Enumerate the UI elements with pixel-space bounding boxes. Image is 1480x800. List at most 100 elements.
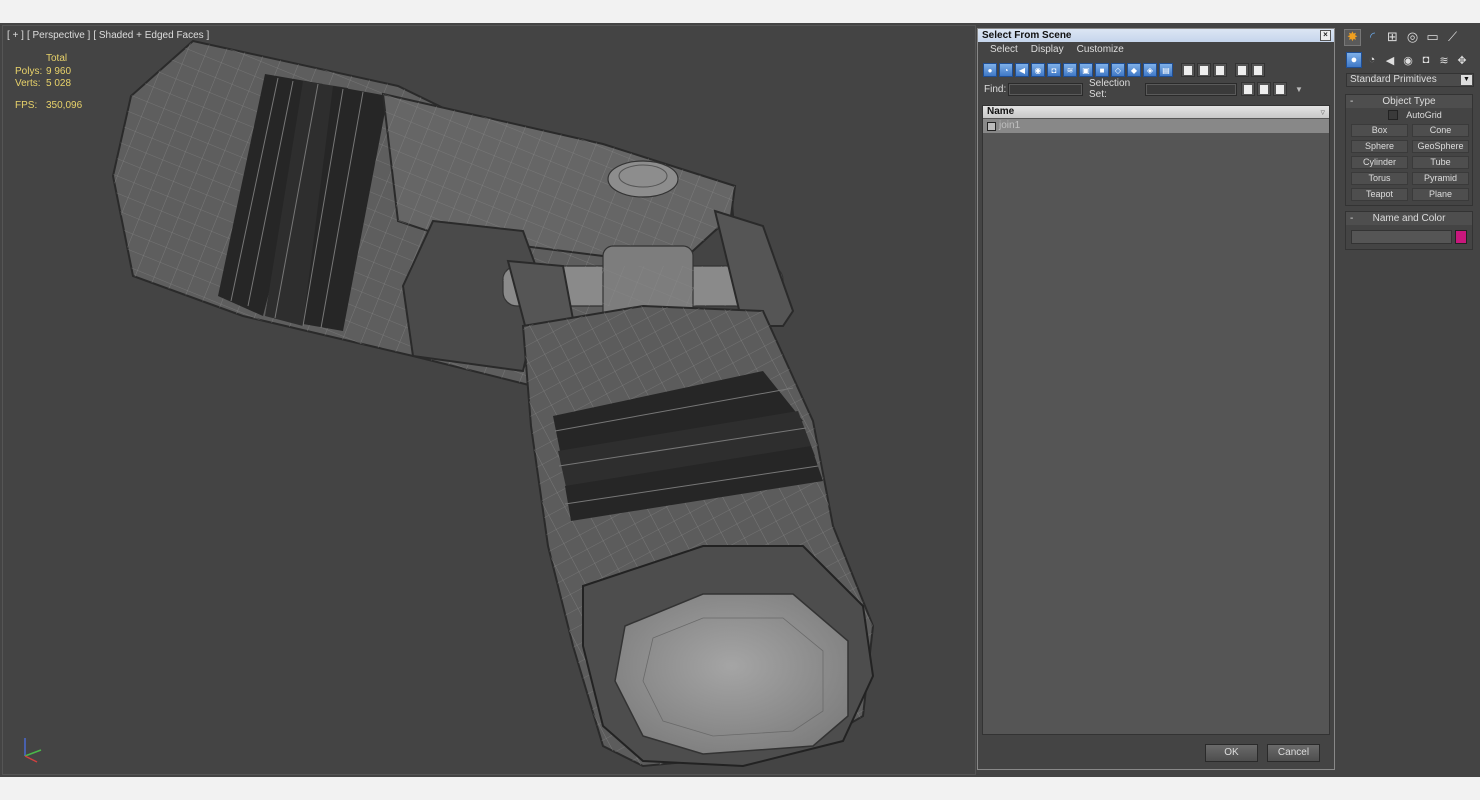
stats-label: Polys: xyxy=(15,65,43,77)
bones-filter-icon[interactable]: ◇ xyxy=(1111,63,1125,77)
geometry-icon[interactable]: ● xyxy=(1346,52,1362,68)
primitive-type-value: Standard Primitives xyxy=(1350,74,1437,85)
primitive-type-dropdown[interactable]: Standard Primitives ▼ xyxy=(1346,73,1474,87)
utilities-tab[interactable]: ⟋ xyxy=(1444,29,1461,46)
stats-label: Verts: xyxy=(15,78,41,89)
cylinder-button[interactable]: Cylinder xyxy=(1351,156,1408,169)
scene-statistics: Total Polys: 9 960 Verts: 5 028 xyxy=(15,53,71,91)
menu-display[interactable]: Display xyxy=(1031,42,1064,58)
viewport-menu-plus[interactable]: [ + ] xyxy=(7,30,24,41)
cameras-filter-icon[interactable]: ◉ xyxy=(1031,63,1045,77)
flashlight-model xyxy=(111,39,875,768)
name-color-row xyxy=(1346,225,1472,249)
list-item-label: join1 xyxy=(999,120,1021,131)
viewport-label[interactable]: [ + ][ Perspective ][ Shaded + Edged Fac… xyxy=(7,30,212,41)
dialog-title: Select From Scene xyxy=(982,30,1072,41)
display-tab[interactable]: ▭ xyxy=(1424,29,1441,46)
create-tab[interactable]: ✸ xyxy=(1344,28,1361,46)
autogrid-checkbox[interactable]: AutoGrid xyxy=(1358,108,1472,122)
object-type-rollout: - Object Type AutoGrid Box Cone Sphere G… xyxy=(1345,94,1473,206)
dialog-menu-bar: Select Display Customize xyxy=(978,42,1334,58)
menu-customize[interactable]: Customize xyxy=(1077,42,1124,58)
command-panel-tabs: ✸ ◜ ⊞ ◎ ▭ ⟋ xyxy=(1341,23,1478,47)
funnel-icon[interactable]: ▿ xyxy=(1320,106,1325,118)
xrefs-filter-icon[interactable]: ■ xyxy=(1095,63,1109,77)
collapse-icon[interactable]: - xyxy=(1350,95,1353,108)
filter-icon[interactable] xyxy=(1235,63,1249,77)
list-item[interactable]: join1 xyxy=(983,119,1329,133)
menu-select[interactable]: Select xyxy=(990,42,1018,58)
checkbox-icon[interactable] xyxy=(1388,110,1399,120)
perspective-viewport[interactable]: [ + ][ Perspective ][ Shaded + Edged Fac… xyxy=(2,25,976,775)
torus-button[interactable]: Torus xyxy=(1351,172,1408,185)
systems-icon[interactable]: ✥ xyxy=(1454,52,1470,68)
axis-tripod-icon xyxy=(24,738,42,763)
app-window: [ + ][ Perspective ][ Shaded + Edged Fac… xyxy=(0,23,1480,777)
find-label: Find: xyxy=(984,83,1007,95)
tube-button[interactable]: Tube xyxy=(1412,156,1469,169)
chevron-down-icon[interactable]: ▼ xyxy=(1461,75,1472,85)
create-categories: ● ◔ ◀ ◉ ◘ ≋ ✥ xyxy=(1341,47,1478,69)
name-and-color-header[interactable]: - Name and Color xyxy=(1346,212,1472,225)
cameras-icon[interactable]: ◉ xyxy=(1400,52,1416,68)
ok-button[interactable]: OK xyxy=(1205,744,1258,762)
sphere-button[interactable]: Sphere xyxy=(1351,140,1408,153)
fps-value: 350,096 xyxy=(46,100,83,111)
space-warps-icon[interactable]: ≋ xyxy=(1436,52,1452,68)
helpers-filter-icon[interactable]: ◘ xyxy=(1047,63,1061,77)
lights-filter-icon[interactable]: ◀ xyxy=(1015,63,1029,77)
scene-object-list[interactable]: Name ▿ join1 xyxy=(982,105,1330,735)
stats-header: Total xyxy=(46,53,68,64)
space-warps-filter-icon[interactable]: ≋ xyxy=(1063,63,1077,77)
autogrid-label: AutoGrid xyxy=(1406,110,1442,120)
modify-tab[interactable]: ◜ xyxy=(1364,29,1381,46)
column-header-name[interactable]: Name ▿ xyxy=(983,106,1329,118)
chevron-down-icon[interactable]: ▼ xyxy=(1295,85,1303,94)
dialog-toolbar: ● ◔ ◀ ◉ ◘ ≋ ▣ ■ ◇ ◆ ◈ ▤ xyxy=(978,60,1334,80)
stats-value: 9 960 xyxy=(46,65,72,77)
groups-filter-icon[interactable]: ▣ xyxy=(1079,63,1093,77)
teapot-button[interactable]: Teapot xyxy=(1351,188,1408,201)
color-swatch[interactable] xyxy=(1455,230,1467,244)
filter-options-icon[interactable] xyxy=(1251,63,1265,77)
cone-button[interactable]: Cone xyxy=(1412,124,1469,137)
geosphere-button[interactable]: GeoSphere xyxy=(1412,140,1469,153)
find-input[interactable] xyxy=(1008,82,1083,96)
find-row: Find: Selection Set: ▼ xyxy=(978,78,1334,100)
box-button[interactable]: Box xyxy=(1351,124,1408,137)
object-icon xyxy=(987,121,996,131)
viewport-menu-perspective[interactable]: [ Perspective ] xyxy=(27,30,90,41)
cancel-button[interactable]: Cancel xyxy=(1267,744,1320,762)
collapse-icon[interactable]: - xyxy=(1350,212,1353,225)
helpers-icon[interactable]: ◘ xyxy=(1418,52,1434,68)
select-all-icon[interactable] xyxy=(1181,63,1195,77)
geometry-filter-icon[interactable]: ● xyxy=(983,63,997,77)
hierarchy-tab[interactable]: ⊞ xyxy=(1384,29,1401,46)
hidden-filter-icon[interactable]: ▤ xyxy=(1159,63,1173,77)
object-type-header[interactable]: - Object Type xyxy=(1346,95,1472,108)
close-icon[interactable]: × xyxy=(1320,30,1331,41)
object-name-input[interactable] xyxy=(1351,230,1452,244)
selection-set-label: Selection Set: xyxy=(1089,78,1131,100)
viewport-menu-shading[interactable]: [ Shaded + Edged Faces ] xyxy=(93,30,209,41)
select-invert-icon[interactable] xyxy=(1213,63,1227,77)
select-none-icon[interactable] xyxy=(1197,63,1211,77)
stats-value: 5 028 xyxy=(46,78,72,89)
remove-from-set-icon[interactable] xyxy=(1273,82,1287,96)
dialog-title-bar[interactable]: Select From Scene × xyxy=(978,29,1334,42)
selection-set-dropdown[interactable] xyxy=(1145,82,1237,96)
add-to-set-icon[interactable] xyxy=(1257,82,1271,96)
shapes-filter-icon[interactable]: ◔ xyxy=(999,63,1013,77)
shapes-icon[interactable]: ◔ xyxy=(1364,52,1380,68)
name-and-color-rollout: - Name and Color xyxy=(1345,211,1473,250)
create-set-icon[interactable] xyxy=(1241,82,1255,96)
object-type-title: Object Type xyxy=(1382,96,1436,107)
containers-filter-icon[interactable]: ◆ xyxy=(1127,63,1141,77)
lights-icon[interactable]: ◀ xyxy=(1382,52,1398,68)
fps-readout: FPS: 350,096 xyxy=(15,100,82,111)
frozen-filter-icon[interactable]: ◈ xyxy=(1143,63,1157,77)
pyramid-button[interactable]: Pyramid xyxy=(1412,172,1469,185)
command-panel: ✸ ◜ ⊞ ◎ ▭ ⟋ ● ◔ ◀ ◉ ◘ ≋ ✥ Standard Primi… xyxy=(1341,23,1478,777)
plane-button[interactable]: Plane xyxy=(1412,188,1469,201)
motion-tab[interactable]: ◎ xyxy=(1404,29,1421,46)
